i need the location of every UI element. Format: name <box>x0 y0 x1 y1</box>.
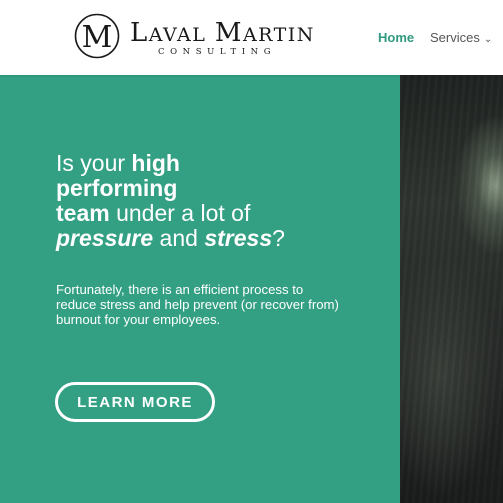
hero-description: Fortunately, there is an efficient proce… <box>56 282 339 327</box>
headline-performing: performing <box>56 175 178 201</box>
headline-pressure: pressure <box>56 225 154 251</box>
nav-item-services-label: Services <box>430 30 480 45</box>
headline-stress: stress <box>204 225 273 251</box>
learn-more-button[interactable]: LEARN MORE <box>55 382 215 422</box>
brand-name: LAVAL MARTIN <box>130 18 315 48</box>
brand-logo[interactable]: M LAVAL MARTIN CONSULTING <box>74 13 314 63</box>
hero-photo-texture <box>400 75 503 503</box>
headline-line-3b: under a lot of <box>109 200 251 226</box>
brand-subtitle: CONSULTING <box>158 47 277 57</box>
hero-headline: Is your high performing team under a lot… <box>56 151 376 251</box>
headline-question-mark: ? <box>272 225 285 251</box>
chevron-down-icon: ⌄ <box>483 34 493 45</box>
headline-team: team <box>56 200 110 226</box>
svg-text:M: M <box>82 20 113 55</box>
nav-item-home[interactable]: Home <box>378 30 414 45</box>
headline-and: and <box>153 225 205 251</box>
nav-item-services[interactable]: Services ⌄ <box>430 30 492 45</box>
monogram-logo-icon: M <box>74 13 120 59</box>
site-header: M LAVAL MARTIN CONSULTING Home Services ⌄ <box>0 0 503 75</box>
headline-line-1a: Is your <box>56 150 132 176</box>
headline-high: high <box>131 150 180 176</box>
